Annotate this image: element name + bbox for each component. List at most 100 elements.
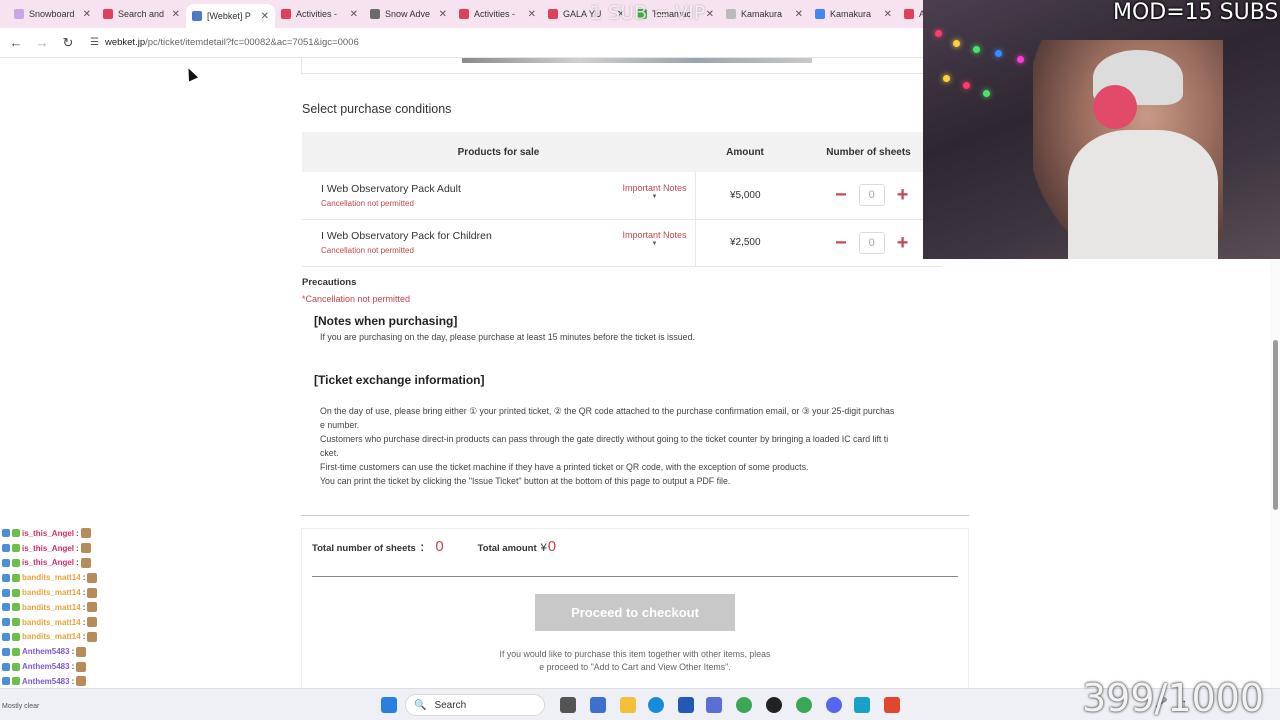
decrease-button[interactable]: − bbox=[835, 185, 847, 205]
edge-icon[interactable] bbox=[648, 697, 664, 713]
tab-close-icon[interactable]: ✕ bbox=[261, 11, 269, 22]
ticket-heading: [Ticket exchange information] bbox=[314, 373, 485, 387]
chat-badge-icon bbox=[2, 573, 10, 582]
product-cancel-note: Cancellation not permitted bbox=[321, 246, 414, 255]
tab-3[interactable]: Activities - ✕ bbox=[275, 2, 364, 26]
ticket-info-line: You can print the ticket by clicking the… bbox=[320, 476, 731, 486]
tab-close-icon[interactable]: ✕ bbox=[439, 9, 447, 20]
ticket-info-line: e number. bbox=[320, 420, 360, 430]
tab-9[interactable]: Kamakura ✕ bbox=[809, 2, 898, 26]
chat-emote-icon bbox=[87, 602, 98, 613]
increase-button[interactable]: + bbox=[897, 185, 909, 205]
important-notes-label: Important Notes bbox=[622, 182, 687, 193]
app-icon[interactable] bbox=[678, 697, 694, 713]
mod-subs-overlay: MOD=15 SUBS bbox=[1113, 0, 1279, 25]
obs-icon[interactable] bbox=[766, 697, 782, 713]
increase-button[interactable]: + bbox=[897, 233, 909, 253]
chat-badge-icon bbox=[2, 677, 10, 686]
product-cell: I Web Observatory Pack for Children Cance… bbox=[302, 219, 695, 267]
totals-divider bbox=[312, 576, 958, 577]
site-info-icon[interactable]: ☰ bbox=[90, 37, 99, 48]
chat-message: is_this_Angel: bbox=[2, 541, 122, 556]
taskbar-search[interactable]: 🔍 Search bbox=[405, 694, 545, 716]
chat-username: bandits_matt14 bbox=[22, 632, 81, 642]
chat-badge-icon bbox=[12, 632, 20, 641]
chat-message: is_this_Angel: bbox=[2, 556, 122, 571]
header-amount: Amount bbox=[695, 132, 795, 172]
reload-icon[interactable]: ↻ bbox=[60, 35, 76, 51]
chat-separator: : bbox=[71, 647, 75, 657]
tab-close-icon[interactable]: ✕ bbox=[528, 9, 536, 20]
tab-title: Snow Adve bbox=[385, 9, 431, 19]
quantity-cell: −0 + bbox=[795, 219, 942, 267]
app-red-icon[interactable] bbox=[884, 697, 900, 713]
quantity-cell: −0 + bbox=[795, 172, 942, 220]
tab-close-icon[interactable]: ✕ bbox=[350, 9, 358, 20]
tab-5[interactable]: Activities - ✕ bbox=[453, 2, 542, 26]
proceed-to-checkout-button[interactable]: Proceed to checkout bbox=[535, 594, 735, 631]
chat-emote-icon bbox=[76, 676, 87, 687]
tab-2[interactable]: [Webket] P ✕ bbox=[186, 4, 275, 28]
taskview-icon[interactable] bbox=[560, 697, 576, 713]
tab-close-icon[interactable]: ✕ bbox=[83, 9, 91, 20]
sub-vip-overlay: 1 SUB = VIP bbox=[590, 2, 706, 24]
chat-badge-icon bbox=[12, 662, 20, 671]
forward-icon[interactable]: → bbox=[34, 35, 50, 51]
chat-emote-icon bbox=[80, 557, 91, 568]
tab-title: [Webket] P bbox=[207, 11, 251, 21]
decrease-button[interactable]: − bbox=[835, 233, 847, 253]
explorer-icon[interactable] bbox=[620, 697, 636, 713]
taskbar-search-label: Search bbox=[434, 699, 467, 711]
back-icon[interactable]: ← bbox=[8, 35, 24, 51]
notepad-icon[interactable] bbox=[854, 697, 870, 713]
chat-username: bandits_matt14 bbox=[22, 602, 81, 612]
tab-0[interactable]: Snowboard ✕ bbox=[8, 2, 97, 26]
tab-close-icon[interactable]: ✕ bbox=[172, 9, 180, 20]
important-notes-link[interactable]: Important Notes ▼ bbox=[622, 183, 686, 208]
chrome-profile-icon[interactable] bbox=[796, 697, 812, 713]
chevron-down-icon: ▼ bbox=[651, 241, 658, 247]
tab-favicon-icon bbox=[726, 9, 736, 19]
store-icon[interactable] bbox=[590, 697, 606, 713]
streamer-shirt bbox=[1068, 130, 1218, 259]
ticket-info-line: First-time customers can use the ticket … bbox=[320, 462, 809, 472]
cart-note: If you would like to purchase this item … bbox=[475, 648, 795, 674]
mail-icon[interactable] bbox=[706, 697, 722, 713]
tab-8[interactable]: Kamakura ✕ bbox=[720, 2, 809, 26]
chat-badge-icon bbox=[2, 588, 10, 597]
discord-icon[interactable] bbox=[826, 697, 842, 713]
tab-4[interactable]: Snow Adve ✕ bbox=[364, 2, 453, 26]
chat-username: is_this_Angel bbox=[22, 543, 75, 553]
quantity-stepper: −0 + bbox=[795, 231, 942, 254]
ticket-info-line: cket. bbox=[320, 448, 339, 458]
tab-title: Kamakura bbox=[741, 9, 783, 19]
chat-badge-icon bbox=[2, 603, 10, 612]
chrome-icon[interactable] bbox=[736, 697, 752, 713]
important-notes-link[interactable]: Important Notes ▼ bbox=[622, 230, 686, 255]
chat-emote-icon bbox=[80, 543, 91, 554]
tab-favicon-icon bbox=[459, 9, 469, 19]
cart-note-line-1: If you would like to purchase this item … bbox=[499, 649, 771, 659]
quantity-input[interactable]: 0 bbox=[858, 231, 885, 254]
tab-close-icon[interactable]: ✕ bbox=[884, 9, 892, 20]
quantity-input[interactable]: 0 bbox=[858, 184, 885, 207]
chat-badge-icon bbox=[12, 529, 20, 538]
chat-emote-icon bbox=[87, 572, 98, 583]
chat-separator: : bbox=[76, 528, 79, 538]
chat-separator: : bbox=[76, 558, 79, 568]
scrollbar-thumb[interactable] bbox=[1273, 340, 1278, 510]
chat-badge-icon bbox=[2, 558, 10, 567]
tab-favicon-icon bbox=[103, 9, 113, 19]
chat-badge-icon bbox=[12, 618, 20, 627]
tab-close-icon[interactable]: ✕ bbox=[706, 9, 714, 20]
chat-badge-icon bbox=[12, 558, 20, 567]
chat-emote-icon bbox=[80, 528, 91, 539]
chat-username: bandits_matt14 bbox=[22, 588, 81, 598]
chat-message: is_this_Angel: bbox=[2, 526, 122, 541]
start-icon[interactable] bbox=[381, 697, 397, 713]
tab-favicon-icon bbox=[281, 9, 291, 19]
tab-close-icon[interactable]: ✕ bbox=[795, 9, 803, 20]
notes-heading: [Notes when purchasing] bbox=[314, 314, 458, 328]
tab-1[interactable]: Search and ✕ bbox=[97, 2, 186, 26]
tab-favicon-icon bbox=[14, 9, 24, 19]
